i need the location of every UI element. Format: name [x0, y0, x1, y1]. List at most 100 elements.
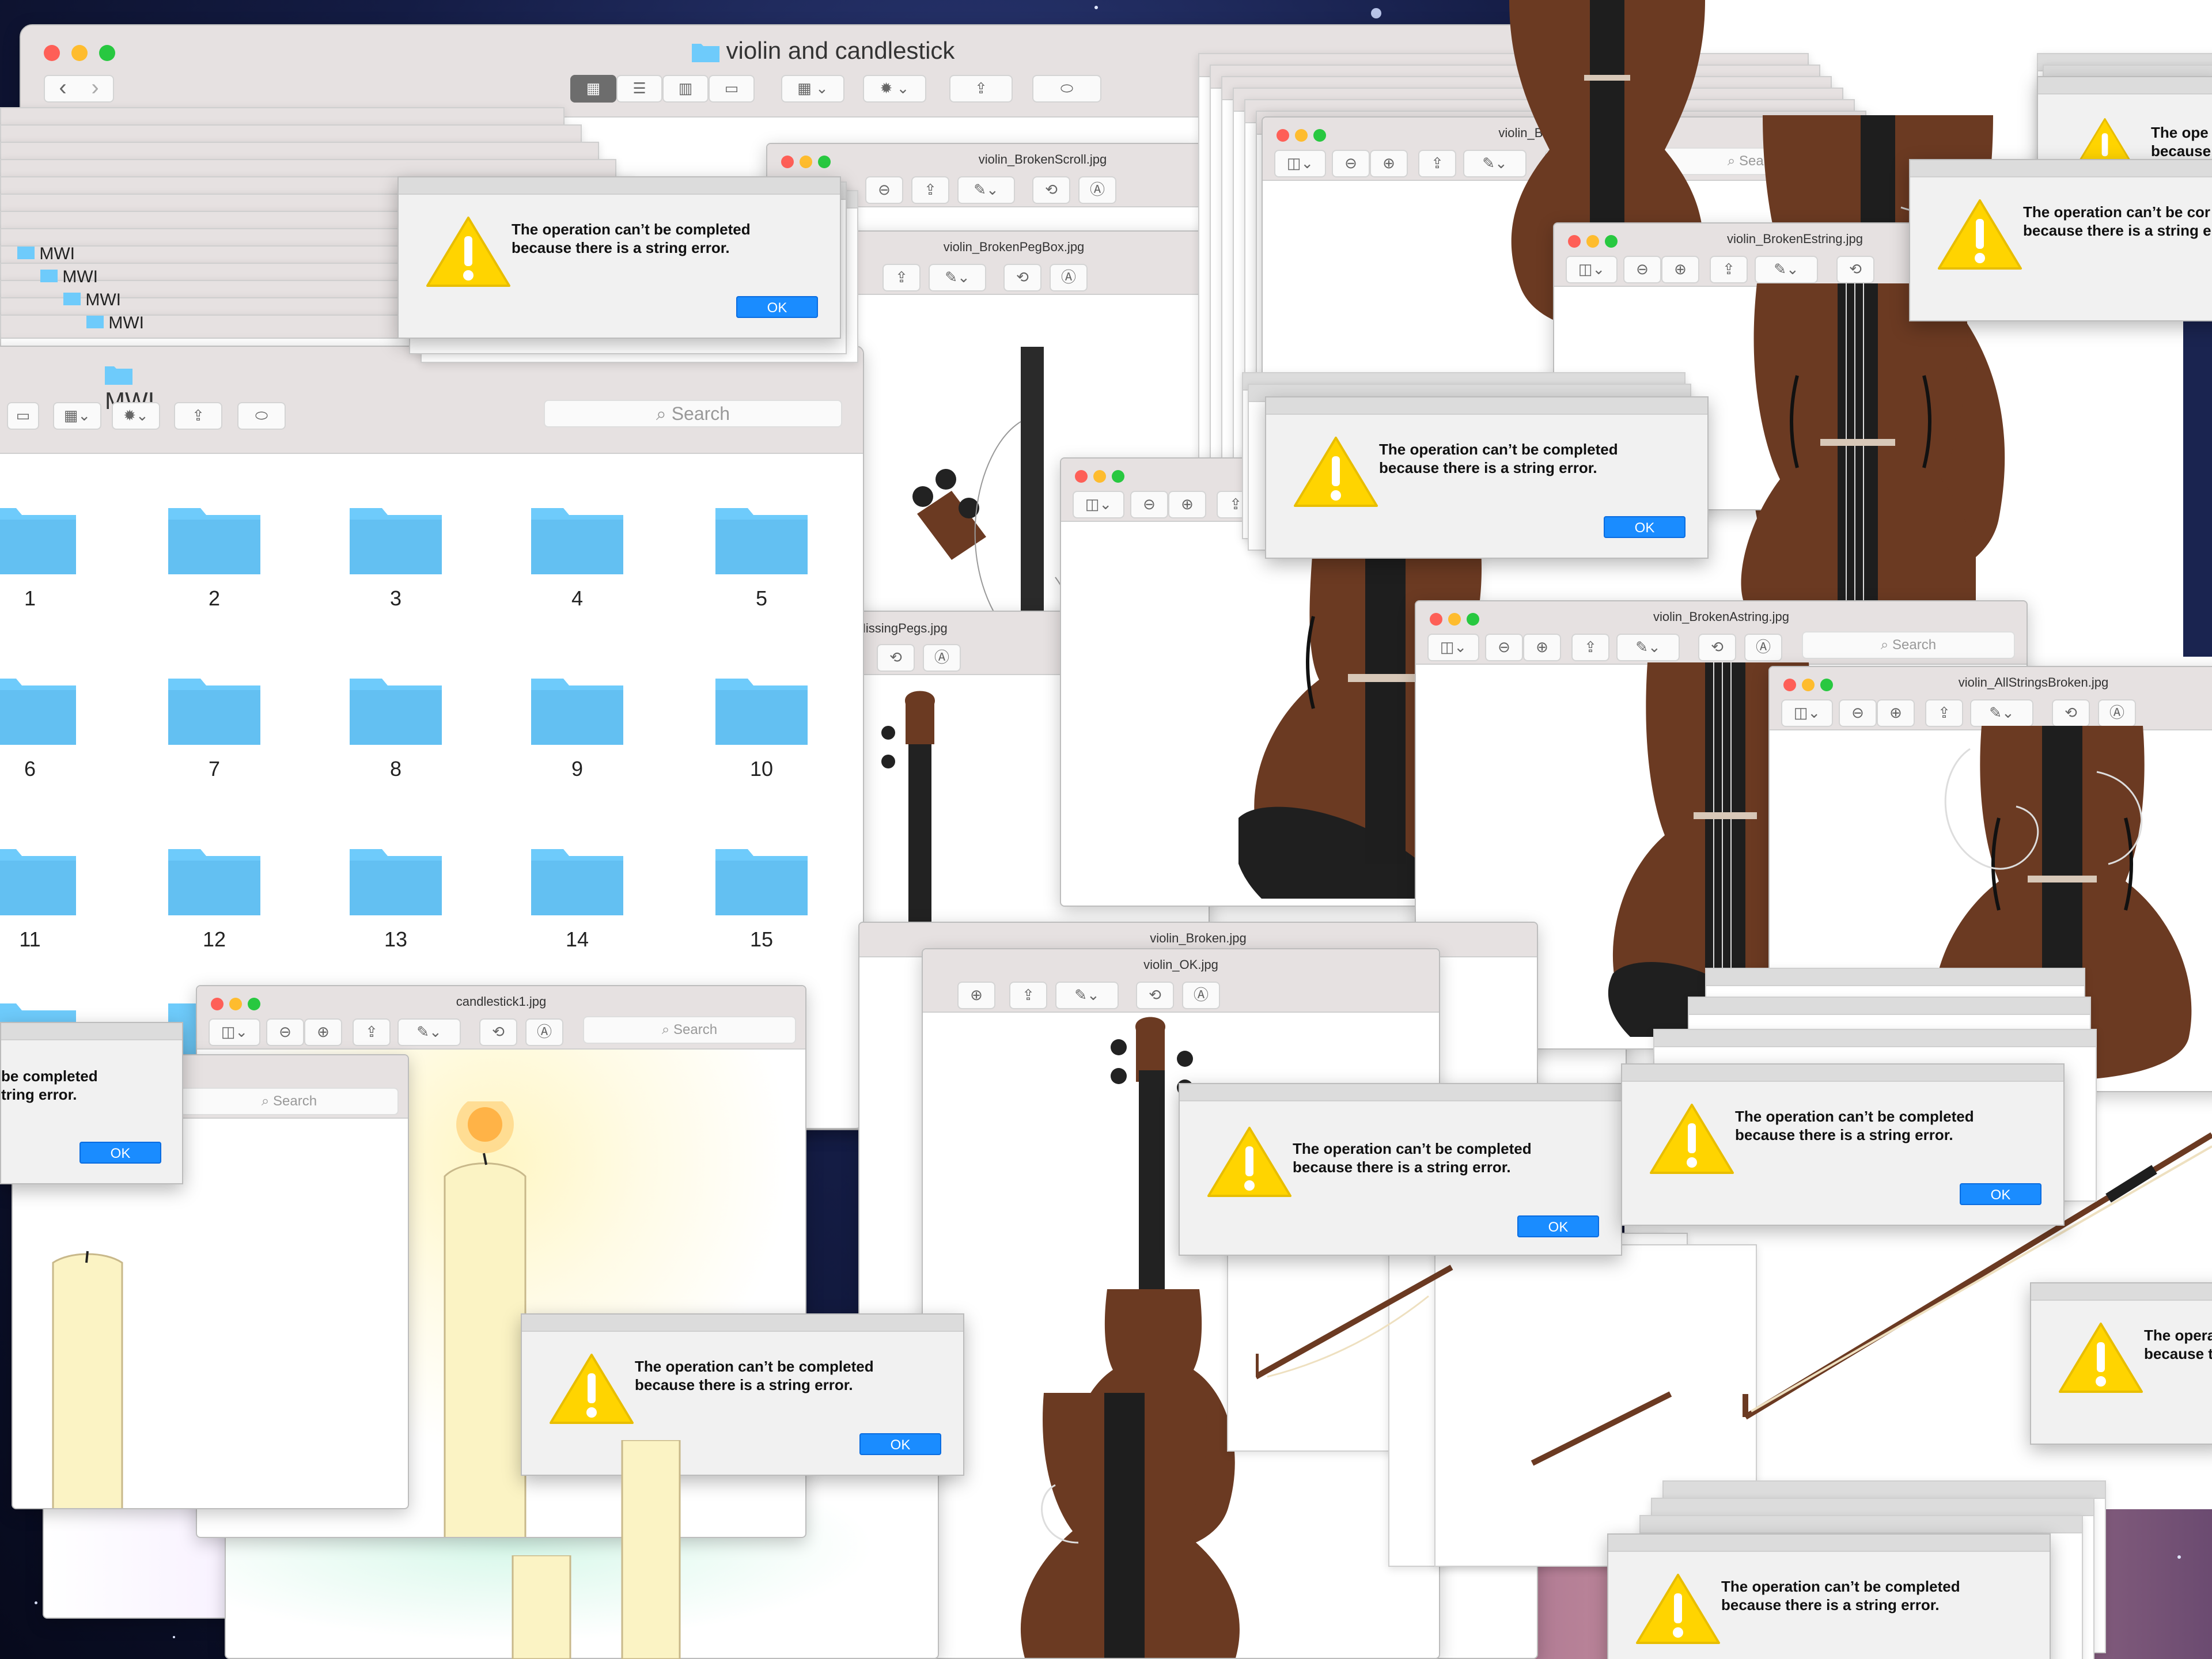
folder-icon-15[interactable]	[715, 843, 808, 915]
search-input[interactable]: ⌕ Search	[180, 1088, 399, 1115]
markup-icon[interactable]: Ⓐ	[1050, 264, 1088, 291]
folder-icon-6[interactable]	[0, 673, 76, 745]
zoom-button[interactable]	[1112, 470, 1124, 483]
zoom-button[interactable]	[1605, 235, 1618, 248]
folder-icon-3[interactable]	[350, 502, 442, 574]
markup-icon[interactable]: Ⓐ	[1078, 176, 1116, 204]
ok-button[interactable]: OK	[1517, 1215, 1599, 1237]
close-button[interactable]	[1568, 235, 1581, 248]
markup-pen-icon[interactable]: ✎⌄	[929, 264, 986, 291]
folder-icon-5[interactable]	[715, 502, 808, 574]
tag-icon[interactable]: ⬭	[1032, 75, 1101, 103]
gear-icon[interactable]: ✹ ⌄	[863, 75, 926, 103]
zoom-in-icon[interactable]: ⊕	[957, 982, 995, 1009]
markup-pen-icon[interactable]: ✎⌄	[957, 176, 1015, 204]
sidebar-icon[interactable]: ◫⌄	[1566, 256, 1618, 283]
markup-icon[interactable]: Ⓐ	[923, 644, 961, 672]
sidebar-icon[interactable]: ◫⌄	[209, 1018, 260, 1046]
rotate-icon[interactable]: ⟲	[2052, 699, 2090, 727]
sidebar-icon[interactable]: ◫⌄	[1073, 491, 1124, 518]
search-input[interactable]: ⌕ Search	[1802, 631, 2015, 659]
rotate-icon[interactable]: ⟲	[877, 644, 915, 672]
share-icon[interactable]: ⇪	[1571, 634, 1609, 661]
markup-pen-icon[interactable]: ✎⌄	[397, 1018, 461, 1046]
share-icon[interactable]: ⇪	[1710, 256, 1748, 283]
sidebar-icon[interactable]: ◫⌄	[1781, 699, 1833, 727]
gallery-view-icon[interactable]: ▭	[709, 75, 755, 103]
markup-pen-icon[interactable]: ✎⌄	[1970, 699, 2033, 727]
minimize-button[interactable]	[800, 156, 812, 168]
gear-icon[interactable]: ✹⌄	[112, 402, 160, 430]
group-icon[interactable]: ▦ ⌄	[781, 75, 844, 103]
rotate-icon[interactable]: ⟲	[1032, 176, 1070, 204]
ok-button[interactable]: OK	[859, 1433, 941, 1455]
zoom-out-icon[interactable]: ⊖	[1839, 699, 1877, 727]
markup-pen-icon[interactable]: ✎⌄	[1055, 982, 1119, 1009]
share-icon[interactable]: ⇪	[174, 402, 222, 430]
sidebar-icon[interactable]: ◫⌄	[1274, 150, 1326, 177]
tag-icon[interactable]: ⬭	[237, 402, 286, 430]
folder-icon-12[interactable]	[168, 843, 260, 915]
close-button[interactable]	[1783, 679, 1796, 691]
zoom-button[interactable]	[1820, 679, 1833, 691]
rotate-icon[interactable]: ⟲	[1698, 634, 1736, 661]
zoom-out-icon[interactable]: ⊖	[1623, 256, 1661, 283]
markup-pen-icon[interactable]: ✎⌄	[1616, 634, 1680, 661]
search-input[interactable]: ⌕ Search	[583, 1016, 796, 1044]
folder-icon-8[interactable]	[350, 673, 442, 745]
rotate-icon[interactable]: ⟲	[1836, 256, 1874, 283]
share-icon[interactable]: ⇪	[882, 264, 921, 291]
back-button[interactable]: ‹	[47, 76, 79, 99]
zoom-in-icon[interactable]: ⊕	[1877, 699, 1915, 727]
zoom-out-icon[interactable]: ⊖	[1130, 491, 1168, 518]
folder-icon-7[interactable]	[168, 673, 260, 745]
minimize-button[interactable]	[1802, 679, 1815, 691]
share-icon[interactable]: ⇪	[1009, 982, 1047, 1009]
gallery-view-icon[interactable]: ▭	[7, 402, 39, 430]
markup-pen-icon[interactable]: ✎⌄	[1755, 256, 1818, 283]
zoom-in-icon[interactable]: ⊕	[1370, 150, 1408, 177]
folder-icon-13[interactable]	[350, 843, 442, 915]
group-icon[interactable]: ▦⌄	[53, 402, 101, 430]
rotate-icon[interactable]: ⟲	[479, 1018, 517, 1046]
markup-icon[interactable]: Ⓐ	[525, 1018, 563, 1046]
share-icon[interactable]: ⇪	[949, 75, 1013, 103]
markup-icon[interactable]: Ⓐ	[2098, 699, 2136, 727]
sidebar-icon[interactable]: ◫⌄	[1427, 634, 1479, 661]
folder-icon-11[interactable]	[0, 843, 76, 915]
folder-icon-14[interactable]	[531, 843, 623, 915]
folder-icon-1[interactable]	[0, 502, 76, 574]
minimize-button[interactable]	[1586, 235, 1599, 248]
share-icon[interactable]: ⇪	[911, 176, 949, 204]
list-view-icon[interactable]: ☰	[616, 75, 662, 103]
grid-view-icon[interactable]: ▦	[570, 75, 616, 103]
search-input[interactable]: ⌕ Search	[544, 400, 842, 427]
zoom-in-icon[interactable]: ⊕	[1661, 256, 1699, 283]
zoom-out-icon[interactable]: ⊖	[1485, 634, 1523, 661]
rotate-icon[interactable]: ⟲	[1003, 264, 1041, 291]
share-icon[interactable]: ⇪	[353, 1018, 391, 1046]
zoom-button[interactable]	[818, 156, 831, 168]
ok-button[interactable]: OK	[1960, 1183, 2041, 1205]
folder-icon-10[interactable]	[715, 673, 808, 745]
close-button[interactable]	[1075, 470, 1088, 483]
rotate-icon[interactable]: ⟲	[1136, 982, 1174, 1009]
markup-icon[interactable]: Ⓐ	[1182, 982, 1220, 1009]
zoom-in-icon[interactable]: ⊕	[304, 1018, 342, 1046]
zoom-out-icon[interactable]: ⊖	[865, 176, 903, 204]
zoom-out-icon[interactable]: ⊖	[1332, 150, 1370, 177]
share-icon[interactable]: ⇪	[1418, 150, 1456, 177]
folder-icon-9[interactable]	[531, 673, 623, 745]
folder-icon-2[interactable]	[168, 502, 260, 574]
ok-button[interactable]: OK	[79, 1142, 161, 1164]
markup-icon[interactable]: Ⓐ	[1744, 634, 1782, 661]
ok-button[interactable]: OK	[1604, 516, 1685, 538]
forward-button[interactable]: ›	[79, 76, 111, 99]
close-button[interactable]	[781, 156, 794, 168]
folder-icon-4[interactable]	[531, 502, 623, 574]
column-view-icon[interactable]: ▥	[662, 75, 709, 103]
ok-button[interactable]: OK	[736, 296, 818, 318]
zoom-in-icon[interactable]: ⊕	[1523, 634, 1561, 661]
share-icon[interactable]: ⇪	[1925, 699, 1963, 727]
zoom-in-icon[interactable]: ⊕	[1168, 491, 1206, 518]
